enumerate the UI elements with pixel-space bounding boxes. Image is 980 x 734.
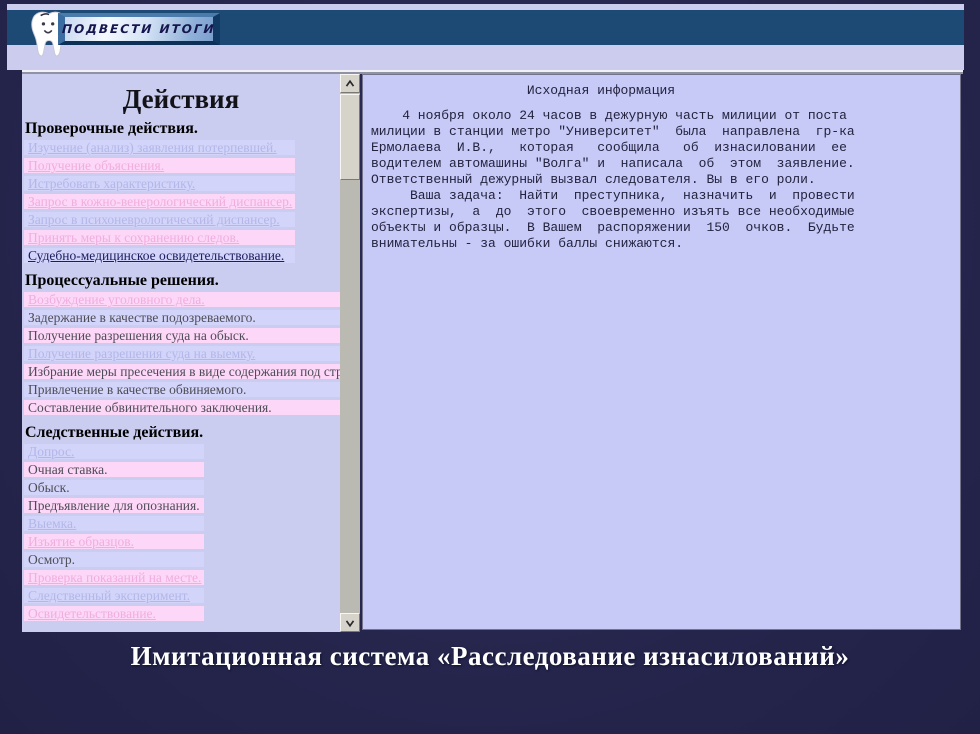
action-item-label: Следственный эксперимент. — [28, 588, 190, 603]
action-item[interactable]: Освидетельствование. — [24, 606, 204, 621]
action-item[interactable]: Получение объяснения. — [24, 158, 295, 173]
action-item-label: Получение разрешения суда на обыск. — [28, 328, 249, 343]
action-item[interactable]: Судебно-медицинское освидетельствование. — [24, 248, 295, 263]
actions-panel: Действия Проверочные действия. Изучение (… — [22, 74, 360, 632]
action-item[interactable]: Выемка. — [24, 516, 204, 531]
main-content: Действия Проверочные действия. Изучение (… — [22, 74, 963, 632]
section-rows: Изучение (анализ) заявления потерпевшей.… — [24, 140, 295, 266]
action-item-label: Предъявление для опознания. — [28, 498, 200, 513]
info-panel: Исходная информация 4 ноября около 24 ча… — [362, 74, 961, 630]
summarize-results-button[interactable]: ПОДВЕСТИ ИТОГИ — [58, 13, 220, 45]
actions-scrollbar[interactable] — [340, 74, 360, 632]
scrollbar-thumb[interactable] — [340, 94, 360, 180]
action-item-label: Выемка. — [28, 516, 76, 531]
section-header-expertise: Назначение экспертизы — [25, 630, 338, 632]
section-rows: Возбуждение уголовного дела. Задержание в… — [24, 292, 360, 418]
action-item[interactable]: Избрание меры пресечения в виде содержан… — [24, 364, 360, 379]
section-header: Процессуальные решения. — [25, 272, 338, 289]
action-item-label: Осмотр. — [28, 552, 75, 567]
action-item[interactable]: Получение разрешения суда на выемку. — [24, 346, 360, 361]
action-item[interactable]: Изучение (анализ) заявления потерпевшей. — [24, 140, 295, 155]
section-rows: Допрос. Очная ставка. Обыск. Предъявление д… — [24, 444, 204, 624]
action-item[interactable]: Следственный эксперимент. — [24, 588, 204, 603]
action-item[interactable]: Обыск. — [24, 480, 204, 495]
chevron-down-icon — [343, 616, 357, 630]
chevron-up-icon — [343, 77, 357, 91]
action-item[interactable]: Очная ставка. — [24, 462, 204, 477]
action-item[interactable]: Получение разрешения суда на обыск. — [24, 328, 360, 343]
action-item-label: Задержание в качестве подозреваемого. — [28, 310, 256, 325]
summarize-results-label: ПОДВЕСТИ ИТОГИ — [62, 22, 217, 36]
action-item-label: Составление обвинительного заключения. — [28, 400, 272, 415]
action-item[interactable]: Осмотр. — [24, 552, 204, 567]
action-item-label: Изучение (анализ) заявления потерпевшей. — [28, 140, 277, 155]
section-header: Следственные действия. — [25, 424, 338, 441]
info-panel-title: Исходная информация — [371, 83, 831, 98]
action-item-label: Принять меры к сохранению следов. — [28, 230, 239, 245]
action-item-label: Запрос в кожно-венерологический диспансе… — [28, 194, 292, 209]
action-item[interactable]: Допрос. — [24, 444, 204, 459]
action-item[interactable]: Принять меры к сохранению следов. — [24, 230, 295, 245]
action-item-label: Изъятие образцов. — [28, 534, 134, 549]
action-item-label: Судебно-медицинское освидетельствование. — [28, 248, 284, 263]
scroll-up-button[interactable] — [340, 74, 360, 93]
action-item-label: Возбуждение уголовного дела. — [28, 292, 205, 307]
action-item[interactable]: Составление обвинительного заключения. — [24, 400, 360, 415]
action-item-label: Очная ставка. — [28, 462, 107, 477]
action-item-label: Освидетельствование. — [28, 606, 156, 621]
action-item[interactable]: Привлечение в качестве обвиняемого. — [24, 382, 360, 397]
slide-caption: Имитационная система «Расследование изна… — [0, 641, 980, 672]
action-item[interactable]: Запрос в кожно-венерологический диспансе… — [24, 194, 295, 209]
action-item[interactable]: Изъятие образцов. — [24, 534, 204, 549]
action-item[interactable]: Запрос в психоневрологический диспансер. — [24, 212, 295, 227]
action-item-label: Истребовать характеристику. — [28, 176, 195, 191]
action-item[interactable]: Задержание в качестве подозреваемого. — [24, 310, 360, 325]
action-item[interactable]: Истребовать характеристику. — [24, 176, 295, 191]
action-item-label: Допрос. — [28, 444, 74, 459]
action-item-label: Получение разрешения суда на выемку. — [28, 346, 255, 361]
section-header: Проверочные действия. — [25, 120, 338, 137]
scroll-down-button[interactable] — [340, 613, 360, 632]
actions-panel-title: Действия — [24, 84, 338, 114]
actions-sections: Проверочные действия. Изучение (анализ) з… — [24, 120, 338, 624]
action-item[interactable]: Проверка показаний на месте. — [24, 570, 204, 585]
action-item-label: Получение объяснения. — [28, 158, 164, 173]
info-panel-text: 4 ноября около 24 часов в дежурную часть… — [371, 108, 952, 252]
window-sub-strip — [7, 45, 964, 70]
action-item-label: Проверка показаний на месте. — [28, 570, 201, 585]
action-item[interactable]: Возбуждение уголовного дела. — [24, 292, 360, 307]
action-item-label: Обыск. — [28, 480, 70, 495]
action-item-label: Запрос в психоневрологический диспансер. — [28, 212, 280, 227]
action-item-label: Привлечение в качестве обвиняемого. — [28, 382, 246, 397]
action-item-label: Избрание меры пресечения в виде содержан… — [28, 364, 360, 379]
action-item[interactable]: Предъявление для опознания. — [24, 498, 204, 513]
